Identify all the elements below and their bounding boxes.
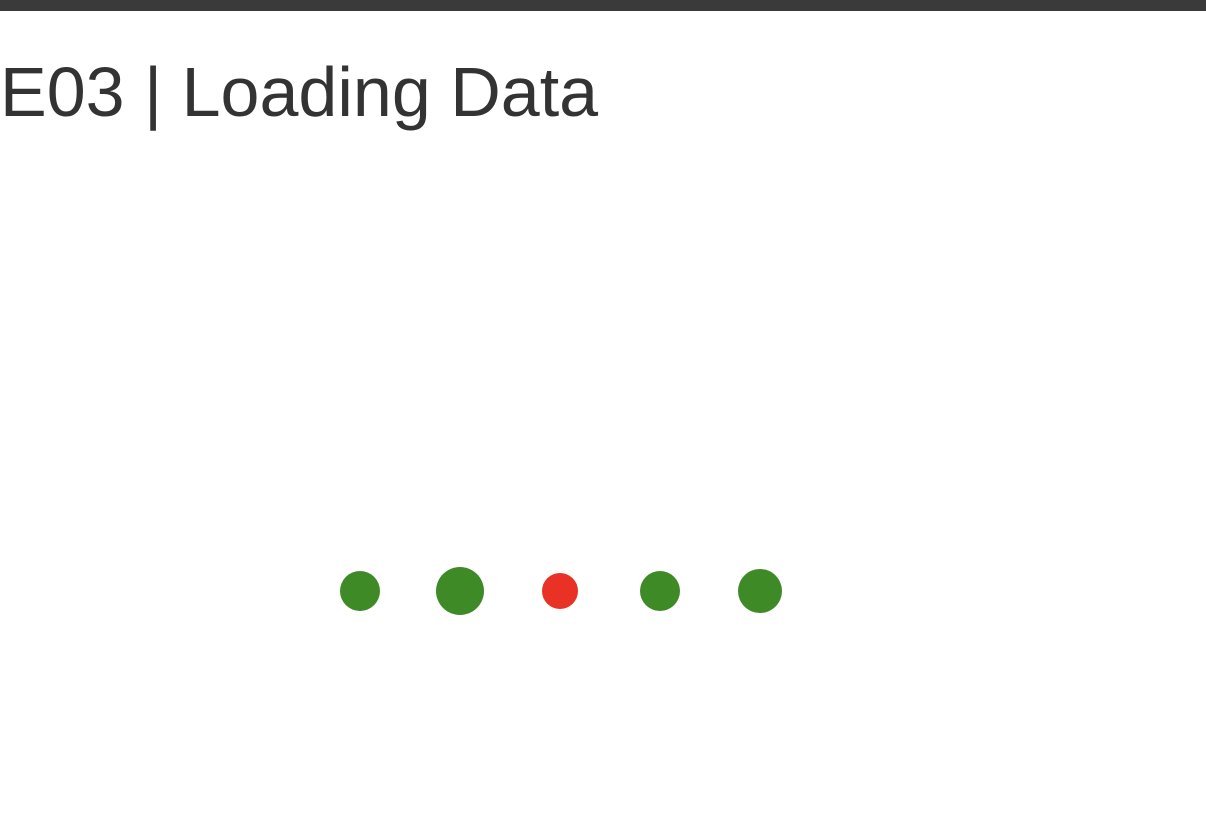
loading-dot — [340, 571, 380, 611]
loading-dot — [436, 567, 484, 615]
loading-indicator — [0, 0, 1206, 814]
loading-dot-active — [542, 573, 578, 609]
loading-dot — [738, 569, 782, 613]
loading-dot — [640, 571, 680, 611]
